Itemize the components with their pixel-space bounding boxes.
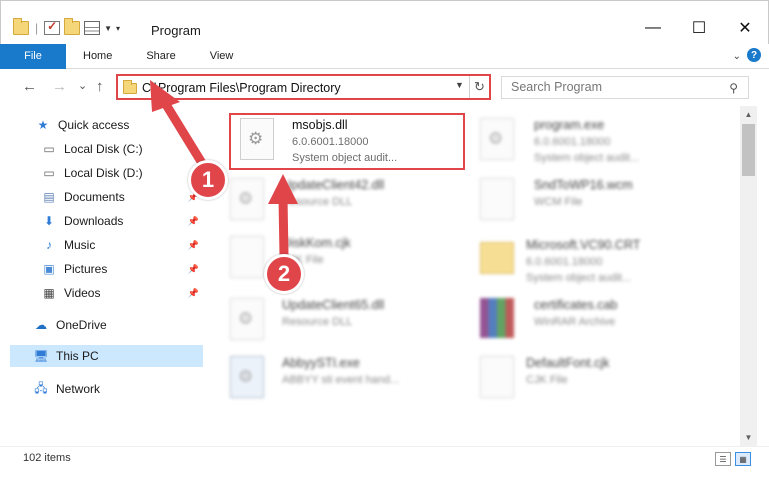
pin-icon[interactable]: 📌 [188, 264, 199, 275]
customize-toolbar-icon[interactable]: ▾ [116, 24, 120, 33]
maximize-button[interactable]: ☐ [676, 13, 722, 43]
pin-icon[interactable]: 📌 [188, 288, 199, 299]
star-icon: ★ [37, 118, 49, 132]
folder-icon [123, 80, 137, 94]
winrar-archive-icon [480, 298, 514, 338]
file-item-diskkom-cjk[interactable]: DiskKom.cjk CJK File [220, 230, 460, 286]
pin-icon[interactable]: 📌 [188, 216, 199, 227]
view-switcher: ☰ ▦ [715, 452, 751, 466]
file-item-updateclient65-dll[interactable]: UpdateClient65.dll Resource DLL [220, 292, 460, 348]
chevron-down-icon[interactable]: ▼ [104, 24, 112, 33]
file-item-sndtowp16-wcm[interactable]: SndToWP16.wcm WCM File [470, 172, 710, 228]
sidebar-item-documents[interactable]: ▤ Documents 📌 [42, 186, 203, 208]
scroll-up-icon[interactable]: ▲ [740, 106, 757, 123]
dll-file-icon [230, 298, 264, 340]
tab-share[interactable]: Share [129, 44, 192, 69]
forward-arrow-icon[interactable]: → [52, 78, 67, 95]
documents-icon: ▤ [43, 190, 55, 204]
scrollbar-thumb[interactable] [742, 124, 755, 176]
pictures-icon: ▣ [43, 262, 55, 276]
search-box[interactable]: ⚲ [501, 76, 749, 99]
annotation-marker-1: 1 [188, 160, 228, 200]
address-bar[interactable]: C:\Program Files\Program Directory ▼ ↻ [116, 74, 491, 100]
search-icon[interactable]: ⚲ [729, 81, 738, 95]
file-item-microsoft-vc90-crt[interactable]: Microsoft.VC90.CRT 6.0.6001.18000 System… [470, 232, 710, 288]
folder-icon [480, 242, 514, 274]
up-arrow-icon[interactable]: ↑ [96, 78, 104, 95]
dll-file-icon [230, 178, 264, 220]
sidebar-item-downloads[interactable]: ⬇ Downloads 📌 [42, 210, 203, 232]
computer-icon: 🖥 [33, 349, 49, 363]
cloud-icon: ☁ [35, 318, 47, 332]
tab-home[interactable]: Home [66, 44, 129, 69]
file-icon [480, 178, 514, 220]
status-bar: 102 items ☰ ▦ [0, 446, 769, 477]
ribbon-tabs: File Home Share View [0, 43, 769, 69]
details-view-icon[interactable]: ☰ [715, 452, 731, 466]
tab-file[interactable]: File [0, 43, 66, 69]
file-item-program-exe[interactable]: program.exe 6.0.6001.18000 System object… [470, 112, 710, 168]
drive-icon: ▭ [43, 142, 55, 156]
drive-icon: ▭ [43, 166, 55, 180]
item-count: 102 items [23, 452, 71, 464]
network-icon: 🖧 [34, 380, 48, 395]
properties-check-icon[interactable] [44, 19, 61, 35]
file-icon [480, 356, 514, 398]
file-icon [230, 236, 264, 278]
file-highlight-box [229, 113, 465, 170]
minimize-button[interactable]: — [630, 13, 676, 43]
expand-ribbon-icon[interactable]: ⌄ [733, 51, 741, 62]
window-controls: — ☐ ✕ [630, 13, 768, 43]
sidebar-item-pictures[interactable]: ▣ Pictures 📌 [42, 258, 203, 280]
folder-icon[interactable] [13, 18, 29, 35]
sidebar-item-music[interactable]: ♪ Music 📌 [42, 234, 203, 256]
chevron-down-icon[interactable]: ▼ [455, 80, 464, 90]
file-item-defaultfont-cjk[interactable]: DefaultFont.cjk CJK File [470, 350, 710, 406]
new-folder-icon[interactable] [64, 18, 81, 35]
scroll-down-icon[interactable]: ▼ [740, 429, 757, 446]
properties-icon[interactable] [84, 21, 101, 35]
file-item-certificates-cab[interactable]: certificates.cab WinRAR Archive [470, 292, 710, 348]
sidebar-item-local-disk-c[interactable]: ▭ Local Disk (C:) [42, 138, 245, 160]
sidebar-item-videos[interactable]: ▦ Videos 📌 [42, 282, 203, 304]
sidebar-item-network[interactable]: 🖧 Network [34, 378, 237, 400]
close-button[interactable]: ✕ [722, 13, 768, 43]
navigation-pane: ★ Quick access ▭ Local Disk (C:) ▭ Local… [0, 106, 210, 446]
pin-icon[interactable]: 📌 [188, 240, 199, 251]
exe-file-icon [230, 356, 264, 398]
help-icon[interactable]: ? [747, 48, 761, 62]
sidebar-item-this-pc[interactable]: 🖥 This PC [10, 345, 203, 367]
exe-file-icon [480, 118, 514, 160]
back-arrow-icon[interactable]: ← [22, 78, 37, 95]
recent-locations-icon[interactable]: ⌄ [78, 79, 87, 92]
download-icon: ⬇ [43, 214, 55, 228]
videos-icon: ▦ [43, 286, 55, 300]
tab-view[interactable]: View [193, 44, 251, 69]
annotation-marker-2: 2 [264, 254, 304, 294]
quick-access-toolbar: | ▼ ▾ [13, 18, 120, 35]
music-icon: ♪ [46, 238, 52, 252]
search-input[interactable] [511, 80, 711, 94]
sidebar-item-quick-access[interactable]: ★ Quick access [36, 114, 239, 136]
address-path: C:\Program Files\Program Directory [142, 81, 341, 95]
sidebar-item-onedrive[interactable]: ☁ OneDrive [34, 314, 237, 336]
large-icons-view-icon[interactable]: ▦ [735, 452, 751, 466]
file-item-updateclient42-dll[interactable]: UpdateClient42.dll Resource DLL [220, 172, 460, 228]
refresh-icon[interactable]: ↻ [469, 76, 489, 98]
window-title: Program [151, 23, 201, 38]
title-bar: | ▼ ▾ Program — ☐ ✕ [0, 0, 769, 44]
vertical-scrollbar[interactable]: ▲ ▼ [740, 106, 757, 446]
file-item-abbyysti-exe[interactable]: AbbyySTI.exe ABBYY sti event hand... [220, 350, 460, 406]
